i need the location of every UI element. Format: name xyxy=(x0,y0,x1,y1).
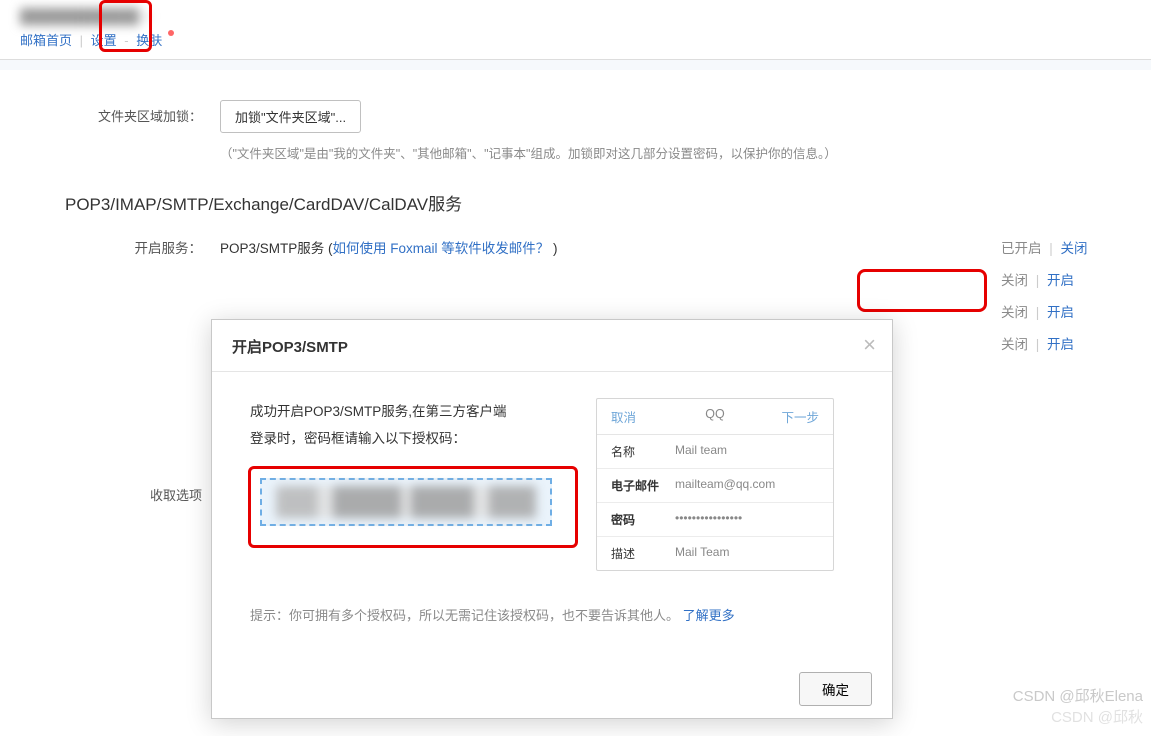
account-email: ████████████ > xyxy=(20,8,151,24)
foxmail-help-link[interactable]: 如何使用 Foxmail 等软件收发邮件？ xyxy=(333,241,550,256)
dialog-title: 开启POP3/SMTP xyxy=(232,339,348,356)
notification-dot-icon xyxy=(168,30,174,36)
example-value: mailteam@qq.com xyxy=(675,477,819,494)
separator: | xyxy=(1049,241,1053,256)
service-status: 关闭 xyxy=(1001,273,1028,288)
close-icon[interactable]: × xyxy=(863,332,876,358)
page-header: ████████████ > 邮箱首页 | 设置 - 换肤 xyxy=(0,0,1151,60)
example-key: 密码 xyxy=(611,511,675,528)
example-key: 电子邮件 xyxy=(611,477,675,494)
services-section-title: POP3/IMAP/SMTP/Exchange/CardDAV/CalDAV服务 xyxy=(30,172,1121,221)
nav-home[interactable]: 邮箱首页 xyxy=(20,33,72,48)
example-value: •••••••••••••••• xyxy=(675,511,819,528)
folder-lock-hint: （"文件夹区域"是由"我的文件夹"、"其他邮箱"、"记事本"组成。加锁即对这几部… xyxy=(220,143,1121,162)
folder-lock-row: 文件夹区域加锁： 加锁"文件夹区域"... （"文件夹区域"是由"我的文件夹"、… xyxy=(30,90,1121,172)
example-row-desc: 描述 Mail Team xyxy=(597,537,833,570)
service-toggle-open[interactable]: 开启 xyxy=(1047,337,1074,352)
example-key: 名称 xyxy=(611,443,675,460)
lock-folder-button[interactable]: 加锁"文件夹区域"... xyxy=(220,100,361,133)
watermark: CSDN @邱秋Elena CSDN @邱秋 xyxy=(1013,686,1143,728)
learn-more-link[interactable]: 了解更多 xyxy=(683,608,735,623)
service-status: 关闭 xyxy=(1001,305,1028,320)
example-value: Mail team xyxy=(675,443,819,460)
service-status: 已开启 xyxy=(1001,241,1042,256)
pop3-smtp-dialog: 开启POP3/SMTP × 成功开启POP3/SMTP服务,在第三方客户端 登录… xyxy=(211,319,893,719)
service-name: POP3/SMTP服务 (如何使用 Foxmail 等软件收发邮件？ ) xyxy=(220,237,1001,257)
header-nav: 邮箱首页 | 设置 - 换肤 xyxy=(20,30,1131,49)
example-row-name: 名称 Mail team xyxy=(597,435,833,469)
auth-code-redacted xyxy=(276,486,536,518)
example-row-email: 电子邮件 mailteam@qq.com xyxy=(597,469,833,503)
dialog-info-line2: 登录时，密码框请输入以下授权码： xyxy=(250,425,590,452)
auth-code-field[interactable] xyxy=(260,478,552,526)
folder-lock-label: 文件夹区域加锁： xyxy=(30,100,220,125)
separator: | xyxy=(1036,273,1040,288)
example-next: 下一步 xyxy=(769,407,819,426)
example-value: Mail Team xyxy=(675,545,819,562)
separator: | xyxy=(1036,305,1040,320)
nav-separator: | xyxy=(80,33,83,48)
service-toggle-open[interactable]: 开启 xyxy=(1047,273,1074,288)
service-text-prefix: POP3/SMTP服务 ( xyxy=(220,241,333,256)
service-toggle-close[interactable]: 关闭 xyxy=(1061,241,1088,256)
watermark-line2: CSDN @邱秋 xyxy=(1013,707,1143,728)
dialog-header: 开启POP3/SMTP × xyxy=(212,320,892,372)
ok-button[interactable]: 确定 xyxy=(799,672,872,706)
nav-skin[interactable]: 换肤 xyxy=(136,33,162,48)
auth-code-box xyxy=(250,468,590,536)
receive-options-label: 收取选项 xyxy=(30,479,220,504)
watermark-line1: CSDN @邱秋Elena xyxy=(1013,686,1143,707)
spacer xyxy=(0,60,1151,70)
tip-text: 提示：你可拥有多个授权码，所以无需记住该授权码，也不要告诉其他人。 xyxy=(250,608,679,623)
service-toggle-open[interactable]: 开启 xyxy=(1047,305,1074,320)
example-row-password: 密码 •••••••••••••••• xyxy=(597,503,833,537)
enable-services-label: 开启服务： xyxy=(30,237,220,257)
nav-separator: - xyxy=(124,33,128,48)
service-text-suffix: ) xyxy=(549,241,557,256)
dialog-info-line1: 成功开启POP3/SMTP服务,在第三方客户端 xyxy=(250,398,590,425)
service-row-pop3smtp: 开启服务： POP3/SMTP服务 (如何使用 Foxmail 等软件收发邮件？… xyxy=(30,231,1121,263)
example-key: 描述 xyxy=(611,545,675,562)
separator: | xyxy=(1036,337,1040,352)
example-title: QQ xyxy=(661,407,769,426)
example-client-card: 取消 QQ 下一步 名称 Mail team 电子邮件 mailteam@qq.… xyxy=(596,398,834,571)
dialog-tip: 提示：你可拥有多个授权码，所以无需记住该授权码，也不要告诉其他人。 了解更多 xyxy=(212,605,892,624)
service-status: 关闭 xyxy=(1001,337,1028,352)
example-cancel: 取消 xyxy=(611,407,661,426)
service-row: 关闭 | 开启 xyxy=(30,263,1121,295)
nav-settings[interactable]: 设置 xyxy=(91,33,117,48)
